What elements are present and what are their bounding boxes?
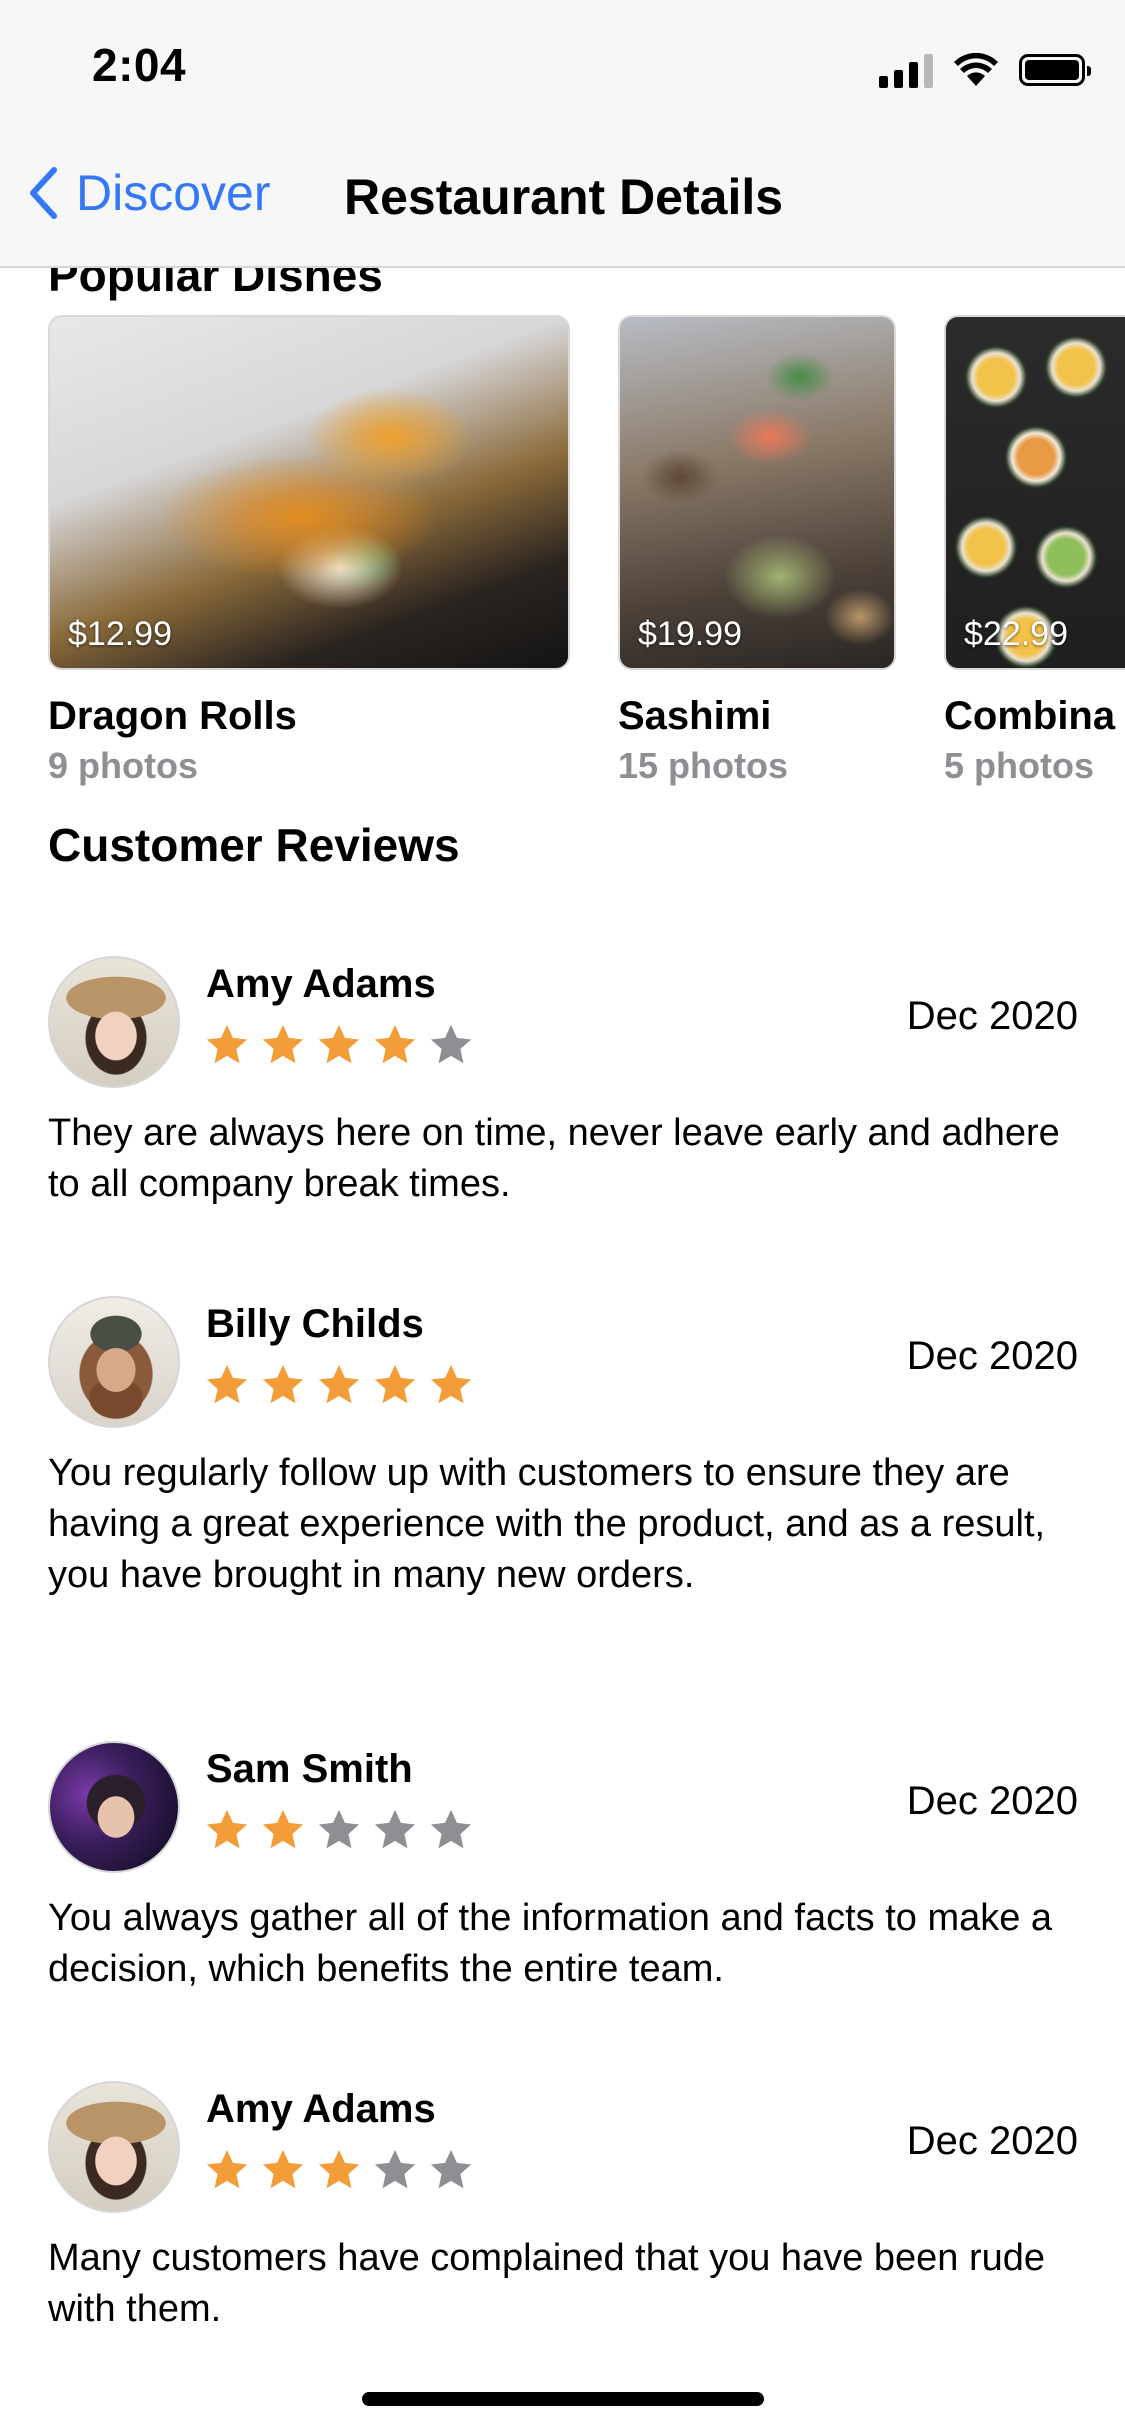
avatar bbox=[48, 956, 180, 1088]
avatar bbox=[48, 1741, 180, 1873]
star-empty-icon bbox=[318, 1809, 360, 1849]
dish-name: Dragon Rolls bbox=[48, 694, 297, 738]
chevron-left-icon bbox=[30, 167, 57, 219]
star-empty-icon bbox=[430, 2149, 472, 2189]
back-button[interactable]: Discover bbox=[28, 164, 270, 222]
review-text: You always gather all of the information… bbox=[48, 1897, 1053, 1990]
reviewer-name: Sam Smith bbox=[206, 1747, 413, 1791]
status-time: 2:04 bbox=[92, 39, 187, 91]
review-text: Many customers have complained that you … bbox=[48, 2237, 1046, 2330]
battery-icon bbox=[1019, 54, 1091, 86]
review-item: Amy Adams Dec 2020 They are always here … bbox=[48, 956, 1078, 1216]
dish-price: $19.99 bbox=[638, 615, 742, 653]
review-date: Dec 2020 bbox=[906, 1779, 1078, 1823]
dish-price: $12.99 bbox=[68, 615, 172, 653]
dish-price: $22.99 bbox=[964, 615, 1068, 653]
back-button-label: Discover bbox=[76, 165, 271, 221]
cellular-signal-icon bbox=[879, 52, 933, 88]
review-item: Billy Childs Dec 2020 You regularly foll… bbox=[48, 1296, 1078, 1656]
star-filled-icon bbox=[374, 1024, 416, 1064]
reviewer-name: Amy Adams bbox=[206, 2087, 436, 2131]
review-item: Amy Adams Dec 2020 Many customers have c… bbox=[48, 2081, 1078, 2341]
star-empty-icon bbox=[430, 1809, 472, 1849]
review-date: Dec 2020 bbox=[906, 994, 1078, 1038]
dish-photo-count: 9 photos bbox=[48, 745, 198, 786]
dish-photo[interactable]: $12.99 bbox=[48, 315, 570, 670]
dish-card[interactable]: $22.99 Combina 5 photos bbox=[944, 315, 1125, 787]
star-filled-icon bbox=[262, 1024, 304, 1064]
review-text: You regularly follow up with customers t… bbox=[48, 1452, 1046, 1596]
star-empty-icon bbox=[374, 1809, 416, 1849]
reviewer-name: Billy Childs bbox=[206, 1302, 424, 1346]
dish-photo-count: 15 photos bbox=[618, 745, 789, 786]
star-filled-icon bbox=[206, 2149, 248, 2189]
home-indicator[interactable] bbox=[362, 2392, 764, 2406]
star-filled-icon bbox=[262, 1364, 304, 1404]
restaurant-details-screen: Popular Dishes 2:04 Discover Restaurant … bbox=[0, 0, 1125, 2436]
review-date: Dec 2020 bbox=[906, 1334, 1078, 1378]
dish-carousel[interactable]: $12.99 Dragon Rolls 9 photos $19.99 Sash… bbox=[0, 315, 1125, 795]
navigation-bar: 2:04 Discover Restaurant Details bbox=[0, 0, 1125, 268]
star-rating bbox=[204, 1807, 474, 1853]
reviewer-name: Amy Adams bbox=[206, 962, 436, 1006]
star-filled-icon bbox=[374, 1364, 416, 1404]
star-filled-icon bbox=[262, 1809, 304, 1849]
review-item: Sam Smith Dec 2020 You always gather all… bbox=[48, 1741, 1078, 2001]
star-filled-icon bbox=[262, 2149, 304, 2189]
star-filled-icon bbox=[206, 1024, 248, 1064]
star-empty-icon bbox=[374, 2149, 416, 2189]
dish-photo[interactable]: $19.99 bbox=[618, 315, 896, 670]
review-text: They are always here on time, never leav… bbox=[48, 1112, 1060, 1205]
star-filled-icon bbox=[318, 1364, 360, 1404]
avatar bbox=[48, 1296, 180, 1428]
star-rating bbox=[204, 1362, 474, 1408]
avatar bbox=[48, 2081, 180, 2213]
star-filled-icon bbox=[318, 1024, 360, 1064]
star-filled-icon bbox=[318, 2149, 360, 2189]
dish-photo-count: 5 photos bbox=[944, 745, 1094, 786]
dish-name: Combina bbox=[944, 694, 1116, 738]
star-rating bbox=[204, 2147, 474, 2193]
reviews-section-title: Customer Reviews bbox=[48, 819, 460, 871]
star-filled-icon bbox=[206, 1809, 248, 1849]
dish-card[interactable]: $12.99 Dragon Rolls 9 photos bbox=[48, 315, 570, 787]
star-empty-icon bbox=[430, 1024, 472, 1064]
dish-photo[interactable]: $22.99 bbox=[944, 315, 1125, 670]
wifi-icon bbox=[954, 52, 998, 86]
star-rating bbox=[204, 1022, 474, 1068]
dish-name: Sashimi bbox=[618, 694, 772, 738]
status-icons bbox=[879, 48, 1091, 92]
page-title: Restaurant Details bbox=[344, 169, 784, 225]
dish-card[interactable]: $19.99 Sashimi 15 photos bbox=[618, 315, 896, 787]
star-filled-icon bbox=[430, 1364, 472, 1404]
star-filled-icon bbox=[206, 1364, 248, 1404]
review-date: Dec 2020 bbox=[906, 2119, 1078, 2163]
